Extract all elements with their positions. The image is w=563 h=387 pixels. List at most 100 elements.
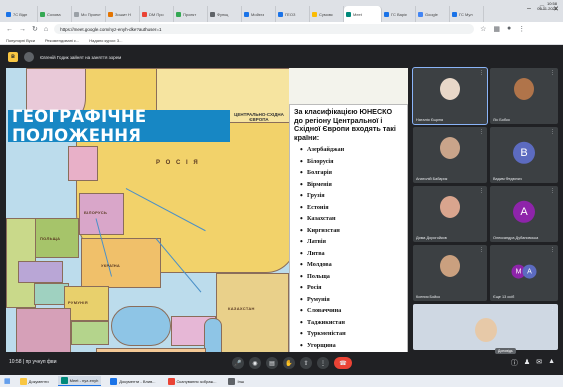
chat-icon[interactable]: ✉ xyxy=(536,358,542,368)
extensions-icon[interactable]: ▦ xyxy=(493,25,500,33)
menu-icon[interactable]: ⋮ xyxy=(518,25,525,33)
taskbar-item[interactable]: Інш xyxy=(225,376,247,386)
back-icon[interactable]: ← xyxy=(6,26,13,33)
profile-icon[interactable]: ● xyxy=(507,25,511,33)
taskbar-item[interactable]: Сканування зображ... xyxy=(165,376,220,386)
info-icon[interactable]: ⓘ xyxy=(511,358,518,368)
tab-label: Meet xyxy=(353,11,362,17)
captions-icon[interactable]: ▤ xyxy=(266,357,278,369)
browser-toolbar: ← → ↻ ⌂ https://meet.google.com/nyz-enyh… xyxy=(0,22,563,36)
slide-question: За класифікацією ЮНЕСКО до регіону Центр… xyxy=(294,107,396,142)
tooltip: Доповідь xyxy=(495,348,516,354)
forward-icon[interactable]: → xyxy=(19,26,26,33)
taskbar-item-label: Документи xyxy=(28,378,49,384)
browser-tab[interactable]: 7С Відп xyxy=(4,6,38,22)
tab-label: Сохова xyxy=(47,11,61,17)
app-icon xyxy=(167,377,175,385)
participant-tile[interactable]: А Олександра Дубановська ⋮ xyxy=(490,186,558,242)
taskbar-item-label: Meet - nyz-enyh xyxy=(69,378,99,383)
map-label-kazakhstan: КАЗАХСТАН xyxy=(228,306,255,311)
more-options-icon[interactable]: ⋮ xyxy=(317,357,329,369)
participant-tile[interactable]: Ліс Бобко ⋮ xyxy=(490,68,558,124)
participant-name: Ксения Бойко xyxy=(416,295,441,299)
end-call-button[interactable]: ☎ xyxy=(334,357,352,369)
browser-tab[interactable]: Сохова xyxy=(38,6,72,22)
bookmark-item[interactable]: Популярні Вуси xyxy=(6,38,35,43)
address-bar[interactable]: https://meet.google.com/nyz-enyh-dke?aut… xyxy=(54,24,475,34)
taskbar-item[interactable]: Документи xyxy=(17,376,52,386)
home-icon[interactable]: ⌂ xyxy=(44,26,48,33)
tab-favicon-icon xyxy=(452,11,457,17)
tab-label: Google xyxy=(425,11,438,17)
meeting-chip[interactable]: в xyxy=(8,52,18,62)
country-item: Угорщина xyxy=(300,340,403,352)
tile-menu-icon[interactable]: ⋮ xyxy=(550,70,555,76)
participant-tile[interactable]: М А Єще 13 осіб ⋮ xyxy=(490,245,558,301)
browser-tab[interactable]: Проект xyxy=(174,6,208,22)
avatar: А xyxy=(522,264,537,279)
map-label-belarus: БІЛОРУСЬ xyxy=(84,210,108,215)
raise-hand-icon[interactable]: ✋ xyxy=(283,357,295,369)
participant-video xyxy=(440,137,460,159)
country-item: Латвія xyxy=(300,236,403,248)
browser-tab[interactable]: Meet xyxy=(344,6,382,22)
browser-tab[interactable]: ГС Варіє xyxy=(382,6,416,22)
taskbar-item[interactable]: Документи - Влив... xyxy=(107,376,158,386)
browser-tab[interactable]: Функц xyxy=(208,6,242,22)
tile-menu-icon[interactable]: ⋮ xyxy=(550,188,555,194)
region-czech xyxy=(18,261,63,283)
country-item: Білорусія xyxy=(300,156,403,168)
map-label-ukraine: УКРАЇНА xyxy=(101,263,121,268)
people-icon[interactable]: ♟ xyxy=(524,358,530,368)
slide-title: ГЕОГРАФІЧНЕ ПОЛОЖЕННЯ xyxy=(8,107,230,145)
avatar: В xyxy=(513,141,535,164)
tile-menu-icon[interactable]: ⋮ xyxy=(550,247,555,253)
country-item: Туркменістан xyxy=(300,328,403,340)
reload-icon[interactable]: ↻ xyxy=(32,25,38,33)
minimize-icon[interactable]: – xyxy=(527,5,531,13)
browser-tab[interactable]: Зошит Н xyxy=(106,6,140,22)
tile-menu-icon[interactable]: ⋮ xyxy=(550,306,555,312)
bookmark-item[interactable]: Рекомендовані с... xyxy=(45,38,79,43)
microphone-icon[interactable]: 🎤 xyxy=(232,357,244,369)
country-item: Болгарія xyxy=(300,167,403,179)
browser-tab[interactable]: Мо Проект xyxy=(72,6,106,22)
browser-tab[interactable]: Сумовс xyxy=(310,6,344,22)
participant-video xyxy=(514,78,534,100)
participant-tile[interactable]: В Вадим Федюнич ⋮ xyxy=(490,127,558,183)
camera-icon[interactable]: ◉ xyxy=(249,357,261,369)
country-item: Вірменія xyxy=(300,179,403,191)
tab-label: ГС Варіє xyxy=(391,11,408,17)
participant-tile[interactable]: Ксения Бойко ⋮ xyxy=(413,245,487,301)
country-item: Таджикистан xyxy=(300,317,403,329)
participant-tile[interactable]: Анатолій Бабарик ⋮ xyxy=(413,127,487,183)
browser-tab[interactable]: ГС Мул xyxy=(450,6,484,22)
participant-tile[interactable]: Дима Дорогойков ⋮ xyxy=(413,186,487,242)
tile-menu-icon[interactable]: ⋮ xyxy=(479,129,484,135)
participant-tile[interactable]: ⋮ xyxy=(413,304,558,350)
bookmark-item[interactable]: Надано курси: 3... xyxy=(89,38,122,43)
tab-label: Проект xyxy=(183,11,197,17)
participant-video xyxy=(474,318,497,342)
taskbar-item[interactable]: Meet - nyz-enyh xyxy=(57,376,102,386)
tile-menu-icon[interactable]: ⋮ xyxy=(479,188,484,194)
present-icon[interactable]: ⇧ xyxy=(300,357,312,369)
tile-menu-icon[interactable]: ⋮ xyxy=(479,247,484,253)
activities-icon[interactable]: ▲ xyxy=(548,358,555,368)
avatar-group: МА xyxy=(511,264,537,279)
region-bulgaria xyxy=(71,321,109,345)
tab-favicon-icon xyxy=(346,11,351,17)
windows-start-icon[interactable]: ▦ xyxy=(4,377,11,385)
shared-slide: Р О С І Я ПОЛЬЩА БІЛОРУСЬ УКРАЇНА РУМУНІ… xyxy=(6,68,408,386)
browser-tab[interactable]: ГЕОЗ xyxy=(276,6,310,22)
browser-tab[interactable]: Мойєгз xyxy=(242,6,276,22)
map-subtitle: ЦЕНТРАЛЬНО-СХІДНА ЄВРОПА xyxy=(234,112,284,122)
tile-menu-icon[interactable]: ⋮ xyxy=(550,129,555,135)
tile-menu-icon[interactable]: ⋮ xyxy=(479,70,484,76)
participant-video xyxy=(440,78,460,100)
tab-favicon-icon xyxy=(176,11,181,17)
browser-tab[interactable]: DM Про xyxy=(140,6,174,22)
star-icon[interactable]: ☆ xyxy=(480,25,486,33)
participant-tile[interactable]: Наталія Єщина ⋮ xyxy=(412,67,488,125)
browser-tab[interactable]: Google xyxy=(416,6,450,22)
